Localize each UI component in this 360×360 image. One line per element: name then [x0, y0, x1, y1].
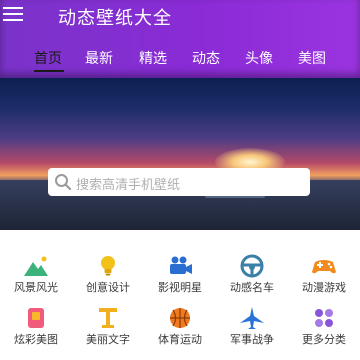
tab-dynamic[interactable]: 动态 — [192, 48, 220, 68]
tab-featured[interactable]: 精选 — [139, 48, 167, 68]
lightbulb-icon — [101, 256, 115, 276]
category-anime-games[interactable]: 动漫游戏 — [288, 246, 360, 294]
category-landscape[interactable]: 风景风光 — [0, 246, 72, 294]
steering-wheel-icon — [240, 254, 264, 278]
app-header: 动态壁纸大全 首页 最新 精选 动态 头像 美图 — [0, 0, 360, 78]
category-label: 影视明星 — [158, 281, 202, 294]
camera-icon — [170, 256, 192, 274]
gamepad-icon — [312, 260, 336, 274]
category-label: 动感名车 — [230, 281, 274, 294]
category-label: 体育运动 — [158, 333, 202, 346]
tab-avatar[interactable]: 头像 — [245, 48, 273, 68]
category-label: 更多分类 — [302, 333, 346, 346]
category-label: 创意设计 — [86, 281, 130, 294]
category-colorful[interactable]: 炫彩美图 — [0, 298, 72, 346]
category-text[interactable]: 美丽文字 — [72, 298, 144, 346]
category-cars[interactable]: 动感名车 — [216, 246, 288, 294]
basketball-icon — [170, 308, 190, 328]
category-label: 炫彩美图 — [14, 333, 58, 346]
category-label: 风景风光 — [14, 281, 58, 294]
banner-image[interactable] — [0, 78, 360, 230]
tab-beauty[interactable]: 美图 — [298, 48, 326, 68]
search-placeholder: 搜索高清手机壁纸 — [76, 178, 181, 193]
category-military[interactable]: 军事战争 — [216, 298, 288, 346]
palette-icon — [28, 308, 44, 328]
category-creative[interactable]: 创意设计 — [72, 246, 144, 294]
category-label: 美丽文字 — [86, 333, 130, 346]
category-grid: 风景风光 创意设计 影视明星 动感名车 动漫游戏 炫彩美图 美丽文字 体育运动 … — [0, 240, 360, 360]
category-more[interactable]: 更多分类 — [288, 298, 360, 346]
app-title: 动态壁纸大全 — [58, 8, 172, 29]
more-icon — [315, 309, 333, 327]
jet-icon — [240, 307, 264, 329]
category-sports[interactable]: 体育运动 — [144, 298, 216, 346]
category-label: 动漫游戏 — [302, 281, 346, 294]
search-input[interactable]: 搜索高清手机壁纸 — [48, 168, 310, 196]
category-tabs: 首页 最新 精选 动态 头像 美图 — [0, 48, 360, 70]
menu-icon[interactable] — [3, 7, 23, 23]
landscape-icon — [24, 256, 48, 276]
category-label: 军事战争 — [230, 333, 274, 346]
search-icon — [55, 174, 72, 191]
tab-home[interactable]: 首页 — [34, 48, 62, 68]
text-icon — [99, 308, 117, 328]
active-tab-indicator — [34, 70, 64, 72]
tab-latest[interactable]: 最新 — [85, 48, 113, 68]
category-movie-stars[interactable]: 影视明星 — [144, 246, 216, 294]
